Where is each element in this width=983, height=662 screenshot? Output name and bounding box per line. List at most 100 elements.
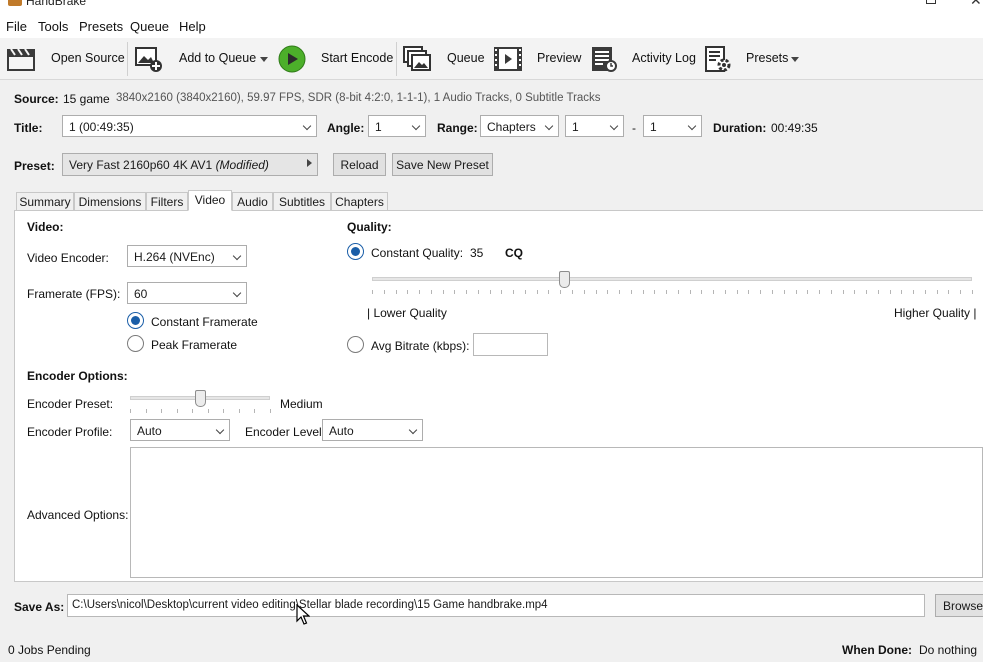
- constant-quality-radio[interactable]: [347, 243, 364, 260]
- title-label: Title:: [14, 121, 43, 135]
- clapperboard-icon[interactable]: [6, 45, 36, 73]
- slider-tick: [936, 290, 938, 294]
- slider-tick: [913, 290, 915, 294]
- add-to-queue-icon[interactable]: [134, 45, 164, 73]
- queue-icon[interactable]: [402, 45, 432, 73]
- encoder-profile-select[interactable]: Auto: [130, 419, 230, 441]
- video-encoder-select[interactable]: H.264 (NVEnc): [127, 245, 247, 267]
- save-new-preset-button[interactable]: Save New Preset: [392, 153, 493, 176]
- constant-quality-label[interactable]: Constant Quality:: [371, 246, 463, 260]
- range-end-value: 1: [650, 120, 657, 134]
- constant-framerate-radio[interactable]: [127, 312, 144, 329]
- activity-log-icon[interactable]: [589, 45, 619, 73]
- slider-tick: [501, 290, 503, 294]
- slider-tick: [654, 290, 656, 294]
- chevron-down-icon: [232, 251, 242, 261]
- slider-tick: [619, 290, 621, 294]
- add-to-queue-button[interactable]: Add to Queue: [179, 51, 256, 65]
- constant-framerate-label[interactable]: Constant Framerate: [151, 315, 258, 329]
- slider-tick: [595, 290, 597, 294]
- tab-filters[interactable]: Filters: [146, 192, 188, 211]
- range-dash: -: [632, 121, 636, 135]
- add-to-queue-dropdown-icon[interactable]: [260, 57, 268, 62]
- save-as-label: Save As:: [14, 600, 65, 614]
- when-done-select[interactable]: Do nothing: [919, 643, 977, 657]
- slider-tick: [548, 290, 550, 294]
- tab-dimensions[interactable]: Dimensions: [74, 192, 146, 211]
- range-start-select[interactable]: 1: [565, 115, 624, 137]
- tab-audio[interactable]: Audio: [232, 192, 273, 211]
- presets-dropdown-icon[interactable]: [791, 57, 799, 62]
- menu-file[interactable]: File: [6, 19, 27, 34]
- activity-log-button[interactable]: Activity Log: [632, 51, 696, 65]
- peak-framerate-radio[interactable]: [127, 335, 144, 352]
- angle-select[interactable]: 1: [368, 115, 426, 137]
- video-section-title: Video:: [27, 220, 64, 234]
- close-icon[interactable]: ✕: [970, 0, 982, 9]
- reload-button[interactable]: Reload: [333, 153, 386, 176]
- encoder-level-select[interactable]: Auto: [322, 419, 423, 441]
- slider-tick: [689, 290, 691, 294]
- slider-tick: [489, 290, 491, 294]
- slider-tick: [972, 290, 973, 294]
- slider-tick: [901, 290, 903, 294]
- open-source-button[interactable]: Open Source: [51, 51, 125, 65]
- preset-modified: (Modified): [215, 158, 269, 172]
- slider-tick: [760, 290, 762, 294]
- slider-tick: [924, 290, 926, 294]
- preview-button[interactable]: Preview: [537, 51, 581, 65]
- avg-bitrate-radio[interactable]: [347, 336, 364, 353]
- advanced-options-textarea[interactable]: [130, 447, 983, 578]
- slider-tick: [395, 290, 397, 294]
- save-as-path-input[interactable]: C:\Users\nicol\Desktop\current video edi…: [67, 594, 925, 617]
- preview-film-icon[interactable]: [493, 45, 523, 73]
- browse-button[interactable]: Browse: [935, 594, 983, 617]
- framerate-select[interactable]: 60: [127, 282, 247, 304]
- chevron-down-icon: [544, 121, 554, 131]
- presets-button[interactable]: Presets: [746, 51, 788, 65]
- play-icon[interactable]: [278, 45, 306, 73]
- range-type-select[interactable]: Chapters: [480, 115, 559, 137]
- advanced-options-label: Advanced Options:: [27, 508, 129, 522]
- preset-select[interactable]: Very Fast 2160p60 4K AV1 (Modified): [62, 153, 318, 176]
- slider-tick: [642, 290, 644, 294]
- slider-tick: [407, 290, 409, 294]
- quality-slider-track[interactable]: [372, 277, 972, 281]
- menu-presets[interactable]: Presets: [79, 19, 123, 34]
- chevron-down-icon: [687, 121, 697, 131]
- slider-tick: [477, 290, 479, 294]
- range-label: Range:: [437, 121, 478, 135]
- encoder-profile-value: Auto: [137, 424, 162, 438]
- slider-tick: [795, 290, 797, 294]
- chevron-down-icon: [215, 425, 225, 435]
- menu-queue[interactable]: Queue: [130, 19, 169, 34]
- slider-tick: [192, 409, 194, 413]
- chevron-down-icon: [411, 121, 421, 131]
- title-select[interactable]: 1 (00:49:35): [62, 115, 317, 137]
- avg-bitrate-label[interactable]: Avg Bitrate (kbps):: [371, 339, 469, 353]
- encoder-preset-slider-thumb[interactable]: [194, 390, 206, 407]
- mouse-cursor-icon: [296, 604, 310, 625]
- when-done-label: When Done:: [842, 643, 912, 657]
- slider-tick: [513, 290, 515, 294]
- tab-video[interactable]: Video: [188, 190, 232, 211]
- encoder-preset-label: Encoder Preset:: [27, 397, 114, 411]
- range-end-select[interactable]: 1: [643, 115, 702, 137]
- peak-framerate-label[interactable]: Peak Framerate: [151, 338, 237, 352]
- start-encode-button[interactable]: Start Encode: [321, 51, 393, 65]
- menu-tools[interactable]: Tools: [38, 19, 68, 34]
- tab-chapters[interactable]: Chapters: [331, 192, 388, 211]
- maximize-button[interactable]: [926, 0, 936, 4]
- presets-icon[interactable]: [703, 45, 733, 73]
- tab-subtitles[interactable]: Subtitles: [273, 192, 331, 211]
- slider-tick: [270, 409, 271, 413]
- menu-help[interactable]: Help: [179, 19, 206, 34]
- queue-button[interactable]: Queue: [447, 51, 485, 65]
- tab-summary[interactable]: Summary: [16, 192, 74, 211]
- chevron-right-icon: [307, 159, 312, 167]
- slider-tick: [701, 290, 703, 294]
- menu-bar: File Tools Presets Queue Help: [0, 14, 983, 38]
- avg-bitrate-input[interactable]: [473, 333, 548, 356]
- slider-tick: [830, 290, 832, 294]
- quality-slider-thumb[interactable]: [558, 271, 570, 288]
